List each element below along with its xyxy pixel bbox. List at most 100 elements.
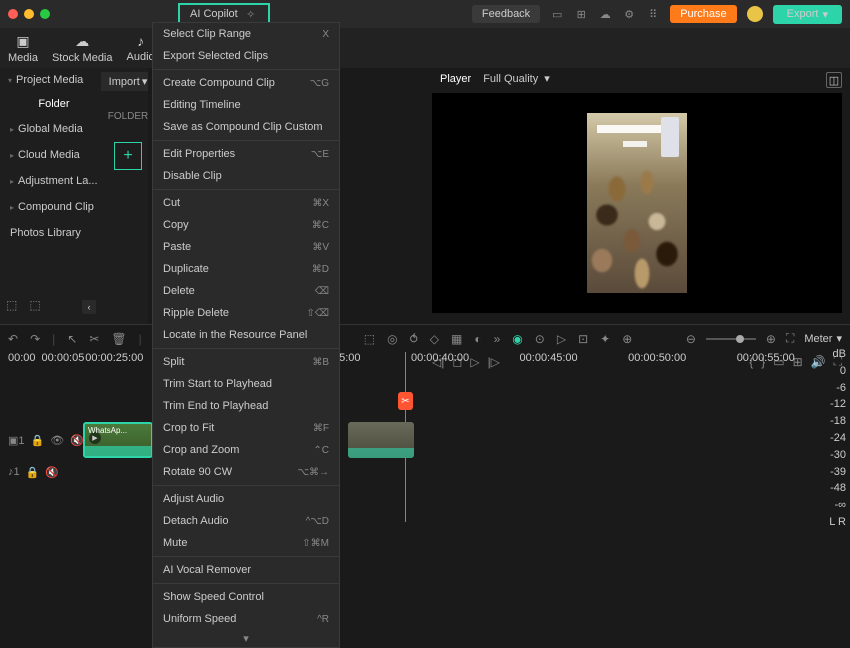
menu-rotate[interactable]: Rotate 90 CW⌥⌘→ — [153, 461, 339, 483]
mask-icon[interactable]: ▦ — [451, 332, 462, 346]
tool-icon[interactable]: ✦ — [600, 332, 610, 346]
feedback-button[interactable]: Feedback — [472, 5, 540, 23]
menu-select-clip-range[interactable]: Select Clip RangeX — [153, 23, 339, 45]
menu-cut[interactable]: Cut⌘X — [153, 192, 339, 214]
sidebar-compound[interactable]: ▸ Compound Clip — [0, 194, 108, 220]
menu-expand[interactable]: ▾ — [153, 630, 339, 647]
cut-icon[interactable]: ✂ — [89, 332, 99, 346]
tab-media[interactable]: ▣ Media — [8, 33, 38, 64]
menu-export-clips[interactable]: Export Selected Clips — [153, 45, 339, 67]
quality-dropdown[interactable]: Full Quality ▾ — [483, 72, 550, 85]
sidebar-global-media[interactable]: ▸ Global Media — [0, 116, 108, 142]
meter-dropdown[interactable]: Meter ▾ — [804, 332, 842, 345]
menu-locate[interactable]: Locate in the Resource Panel — [153, 324, 339, 346]
tool-icon[interactable]: ▷ — [557, 332, 566, 346]
export-button[interactable]: Export ▾ — [773, 5, 842, 24]
sparkle-icon: ✧ — [244, 7, 258, 21]
player-label: Player — [440, 73, 471, 85]
video-clip-1[interactable]: ▶ WhatsAp... — [83, 422, 153, 458]
mute-icon[interactable]: 🔇 — [45, 466, 59, 479]
collapse-button[interactable]: ‹ — [82, 300, 96, 314]
color-icon[interactable]: ◐ — [474, 332, 481, 346]
video-clip-2[interactable] — [348, 422, 414, 458]
tab-stock-media[interactable]: ☁ Stock Media — [52, 33, 113, 64]
eye-icon[interactable]: 👁 — [50, 434, 64, 447]
snapshot-icon[interactable]: ◫ — [826, 72, 842, 88]
tool-icon[interactable]: ⊡ — [578, 332, 588, 346]
menu-create-compound[interactable]: Create Compound Clip⌥G — [153, 72, 339, 94]
stock-icon: ☁ — [75, 33, 89, 50]
ruler-tick: 00:00:45:00 — [494, 352, 603, 368]
ruler-tick: 00:00:40:00 — [386, 352, 495, 368]
menu-ripple-delete[interactable]: Ripple Delete⇧⌫ — [153, 302, 339, 324]
keyframe-icon[interactable]: ◇ — [430, 332, 439, 346]
more-icon[interactable]: » — [494, 332, 501, 346]
user-avatar[interactable] — [747, 6, 763, 22]
lock-icon[interactable]: 🔒 — [26, 466, 40, 479]
close-window[interactable] — [8, 9, 18, 19]
active-tool-icon[interactable]: ◉ — [512, 332, 522, 346]
cloud-icon[interactable]: ☁ — [598, 7, 612, 21]
folder-column: Import ▾ FOLDER + — [108, 68, 148, 328]
delete-icon[interactable]: 🗑 — [111, 332, 126, 346]
menu-vocal-remover[interactable]: AI Vocal Remover — [153, 559, 339, 581]
maximize-window[interactable] — [40, 9, 50, 19]
speed-icon[interactable]: ⥀ — [410, 332, 418, 346]
undo-icon[interactable]: ↶ — [8, 332, 18, 346]
player-viewport[interactable]: 00:00:27:12 / 00:00:27:12 ◁| ◻ ▷ |▷ { } … — [432, 93, 842, 313]
sidebar-adjustment[interactable]: ▸ Adjustment La... — [0, 168, 108, 194]
redo-icon[interactable]: ↷ — [30, 332, 40, 346]
tab-audio[interactable]: ♪ Audio — [127, 33, 155, 63]
layout-icon[interactable]: ⊞ — [574, 7, 588, 21]
audio-icon: ♪ — [137, 33, 144, 49]
zoom-slider[interactable] — [706, 338, 756, 340]
menu-copy[interactable]: Copy⌘C — [153, 214, 339, 236]
zoom-thumb[interactable] — [736, 335, 744, 343]
menu-crop-zoom[interactable]: Crop and Zoom⌃C — [153, 439, 339, 461]
monitor-icon[interactable]: ▭ — [550, 7, 564, 21]
rec-icon[interactable]: ⊙ — [535, 332, 545, 346]
minimize-window[interactable] — [24, 9, 34, 19]
menu-crop-fit[interactable]: Crop to Fit⌘F — [153, 417, 339, 439]
menu-mute[interactable]: Mute⇧⌘M — [153, 532, 339, 554]
menu-uniform-speed[interactable]: Uniform Speed^R — [153, 608, 339, 630]
sidebar-photos[interactable]: Photos Library — [0, 220, 108, 246]
menu-detach-audio[interactable]: Detach Audio^⌥D — [153, 510, 339, 532]
tool-a-icon[interactable]: ⬚ — [6, 298, 17, 312]
mute-track-icon[interactable]: 🔇 — [70, 434, 84, 447]
sidebar-cloud-media[interactable]: ▸ Cloud Media — [0, 142, 108, 168]
folder-button[interactable]: Folder — [0, 92, 108, 116]
video-track[interactable]: ▣1 🔒 👁 🔇 ▶ WhatsAp... — [8, 420, 820, 460]
audio-track[interactable]: ♪1 🔒 🔇 — [8, 466, 59, 479]
purchase-button[interactable]: Purchase — [670, 5, 736, 23]
menu-adjust-audio[interactable]: Adjust Audio — [153, 488, 339, 510]
marker-icon[interactable]: ◎ — [387, 332, 397, 346]
menu-disable-clip[interactable]: Disable Clip — [153, 165, 339, 187]
crop-icon[interactable]: ⬚ — [364, 332, 375, 346]
pointer-icon[interactable]: ↖ — [67, 332, 77, 346]
grid-icon[interactable]: ⠿ — [646, 7, 660, 21]
menu-duplicate[interactable]: Duplicate⌘D — [153, 258, 339, 280]
chevron-right-icon: ▸ — [10, 203, 14, 212]
menu-speed-control[interactable]: Show Speed Control — [153, 586, 339, 608]
zoom-in-icon[interactable]: ⊕ — [766, 332, 776, 346]
playhead-handle[interactable]: ✂ — [398, 392, 413, 410]
tool-icon[interactable]: ⊕ — [622, 332, 632, 346]
context-menu: Select Clip RangeX Export Selected Clips… — [152, 22, 340, 648]
chevron-right-icon: ▸ — [10, 125, 14, 134]
zoom-out-icon[interactable]: ⊖ — [686, 332, 696, 346]
tool-b-icon[interactable]: ⬚ — [29, 298, 40, 312]
fit-icon[interactable]: ⛶ — [786, 331, 794, 346]
menu-editing-timeline: Editing Timeline — [153, 94, 339, 116]
sidebar: ▾ Project Media Folder ▸ Global Media ▸ … — [0, 68, 108, 328]
menu-delete[interactable]: Delete⌫ — [153, 280, 339, 302]
add-folder-button[interactable]: + — [114, 142, 142, 170]
settings-icon[interactable]: ⚙ — [622, 7, 636, 21]
video-track-icon[interactable]: ▣1 — [8, 434, 25, 447]
project-media-header[interactable]: ▾ Project Media — [0, 68, 108, 92]
chevron-down-icon: ▾ — [544, 72, 550, 85]
menu-edit-properties[interactable]: Edit Properties⌥E — [153, 143, 339, 165]
audio-track-icon[interactable]: ♪1 — [8, 466, 20, 479]
lock-icon[interactable]: 🔒 — [31, 434, 45, 447]
media-icon: ▣ — [16, 33, 29, 50]
